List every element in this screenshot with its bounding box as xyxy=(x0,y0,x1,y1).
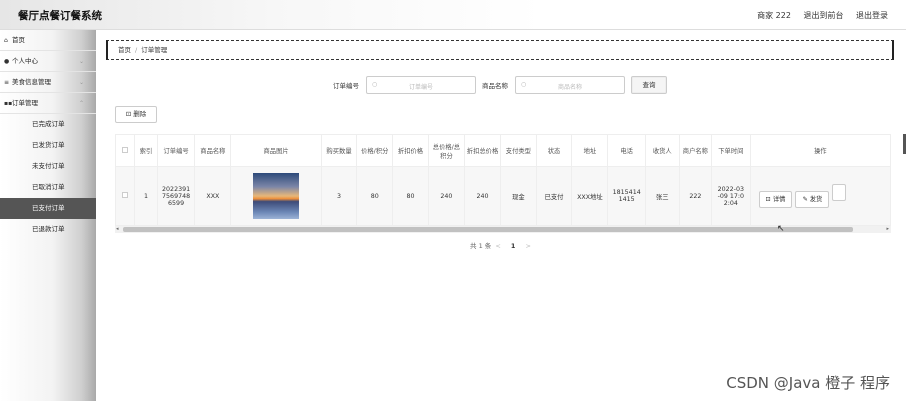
pagination: 共 1 条 < 1 > xyxy=(470,240,533,250)
sidebar-item-food[interactable]: ≡ 美食信息管理 ⌄ xyxy=(0,72,96,93)
sidebar-sub-completed[interactable]: 已完成订单 xyxy=(0,114,96,135)
header-actions: 商家 222 退出到前台 退出登录 xyxy=(747,10,888,21)
list-icon: ≡ xyxy=(4,79,10,86)
detail-icon: ⊡ xyxy=(765,196,771,203)
logout-link[interactable]: 退出登录 xyxy=(856,11,888,20)
detail-button[interactable]: ⊡ 详情 xyxy=(758,191,793,208)
breadcrumb-separator: / xyxy=(135,46,138,54)
horizontal-scrollbar[interactable]: ◂ ▸ xyxy=(115,226,891,233)
sidebar-sub-shipped[interactable]: 已发货订单 xyxy=(0,135,96,156)
top-bar: 餐厅点餐订餐系统 商家 222 退出到前台 退出登录 xyxy=(0,0,906,30)
column-header: 状态 xyxy=(535,134,573,167)
column-header: 电话 xyxy=(607,134,646,167)
cell-index: 1 xyxy=(134,166,158,226)
cell-merchant: 222 xyxy=(678,166,713,226)
sidebar-sub-refunded[interactable]: 已退款订单 xyxy=(0,219,96,240)
pagination-total: 共 1 条 xyxy=(470,242,492,250)
chevron-up-icon: ⌃ xyxy=(78,100,84,107)
delete-button[interactable]: ⊡ 删除 xyxy=(115,106,157,123)
column-header: 总价格/总积分 xyxy=(427,134,465,167)
cell-discount-total: 240 xyxy=(463,166,502,226)
column-header: 价格/积分 xyxy=(356,134,394,167)
product-image xyxy=(253,173,300,219)
ship-button[interactable]: ✎ 发货 xyxy=(795,191,830,208)
trash-icon: ⊡ xyxy=(125,110,132,118)
sidebar-item-profile[interactable]: ● 个人中心 ⌄ xyxy=(0,51,96,72)
table-row: 1 2022391 7569748 6599 XXX 3 80 80 240 2… xyxy=(115,166,891,226)
ship-icon: ✎ xyxy=(802,196,808,203)
cell-pay-type: 现金 xyxy=(500,166,537,226)
scroll-right-icon[interactable]: ▸ xyxy=(886,226,889,232)
watermark: CSDN @Java 橙子 程序 xyxy=(726,374,890,392)
column-header: 地址 xyxy=(571,134,609,167)
column-header: 支付类型 xyxy=(500,134,537,167)
product-name-input[interactable]: ○ 商品名称 xyxy=(515,76,625,94)
cell-time: 2022-03 -09 17:0 2:04 xyxy=(711,166,751,226)
more-button[interactable] xyxy=(832,184,847,201)
cell-product: XXX xyxy=(194,166,232,226)
cell-image xyxy=(230,166,322,226)
scroll-left-icon[interactable]: ◂ xyxy=(116,226,119,232)
cell-receiver: 张三 xyxy=(644,166,680,226)
column-header: 折扣总价格 xyxy=(463,134,502,167)
chevron-down-icon: ⌄ xyxy=(78,58,84,65)
product-name-label: 商品名称 xyxy=(482,82,508,90)
next-page-button[interactable]: > xyxy=(526,242,531,250)
sidebar-item-orders[interactable]: ▪▪ 订单管理 ⌃ xyxy=(0,93,96,114)
sidebar-sub-cancelled[interactable]: 已取消订单 xyxy=(0,177,96,198)
column-header: 折扣价格 xyxy=(392,134,429,167)
prev-page-button[interactable]: < xyxy=(495,242,500,250)
chevron-down-icon: ⌄ xyxy=(78,79,84,86)
column-header: 收货人 xyxy=(644,134,680,167)
mouse-cursor-icon: ↖ xyxy=(777,224,785,234)
cell-qty: 3 xyxy=(320,166,358,226)
cell-ops: ⊡ 详情 ✎ 发货 xyxy=(749,166,891,226)
grid-icon: ▪▪ xyxy=(4,100,13,107)
column-header: 下单时间 xyxy=(711,134,751,167)
column-header: 购买数量 xyxy=(320,134,358,167)
breadcrumb-current: 订单管理 xyxy=(141,46,168,54)
cell-discount-price: 80 xyxy=(392,166,429,226)
cell-status: 已支付 xyxy=(535,166,573,226)
column-header: 商品名称 xyxy=(194,134,232,167)
current-user: 商家 222 xyxy=(757,11,791,20)
order-no-label: 订单编号 xyxy=(333,82,359,90)
search-button[interactable]: 查询 xyxy=(631,76,667,94)
row-checkbox-cell[interactable] xyxy=(115,166,136,226)
column-header: 操作 xyxy=(749,134,891,167)
sidebar-sub-unpaid[interactable]: 未支付订单 xyxy=(0,156,96,177)
user-icon: ● xyxy=(4,58,10,65)
header-checkbox[interactable] xyxy=(115,134,136,167)
column-header: 索引 xyxy=(134,134,158,167)
cell-address: XXX地址 xyxy=(571,166,609,226)
order-no-input[interactable]: ○ 订单编号 xyxy=(366,76,476,94)
cell-phone: 1815414 1415 xyxy=(607,166,646,226)
cell-total: 240 xyxy=(427,166,465,226)
sidebar: ⌂ 首页 ● 个人中心 ⌄ ≡ 美食信息管理 ⌄ ▪▪ 订单管理 ⌃ 已完成订单… xyxy=(0,30,96,401)
scrollbar-thumb[interactable] xyxy=(123,227,853,232)
cell-order-no: 2022391 7569748 6599 xyxy=(156,166,196,226)
column-header: 订单编号 xyxy=(156,134,196,167)
checkbox[interactable] xyxy=(122,192,129,198)
sidebar-sub-paid[interactable]: 已支付订单 xyxy=(0,198,96,219)
breadcrumb: 首页 / 订单管理 xyxy=(106,40,894,60)
app-title: 餐厅点餐订餐系统 xyxy=(18,10,102,22)
table-header-row: 索引 订单编号 商品名称 商品图片 购买数量 价格/积分 折扣价格 总价格/总积… xyxy=(115,134,891,167)
page-number-current[interactable]: 1 xyxy=(511,242,516,250)
checkbox[interactable] xyxy=(122,146,129,153)
column-header: 商户名称 xyxy=(678,134,713,167)
sidebar-item-home[interactable]: ⌂ 首页 xyxy=(0,30,96,51)
breadcrumb-home[interactable]: 首页 xyxy=(118,46,131,54)
column-header: 商品图片 xyxy=(230,134,322,167)
orders-table: 索引 订单编号 商品名称 商品图片 购买数量 价格/积分 折扣价格 总价格/总积… xyxy=(115,134,891,232)
cell-price: 80 xyxy=(356,166,394,226)
home-icon: ⌂ xyxy=(4,37,8,44)
to-front-link[interactable]: 退出到前台 xyxy=(803,11,843,20)
